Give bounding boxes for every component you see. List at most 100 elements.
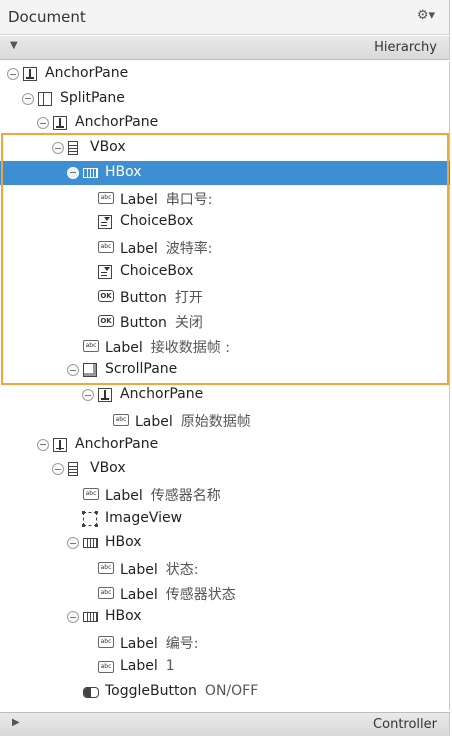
tree-node-vbox[interactable]: VBox — [0, 457, 450, 481]
node-label: Label 传感器状态 — [120, 584, 236, 604]
tree-node-hbox[interactable]: HBox — [0, 531, 450, 555]
node-label: ScrollPane — [105, 361, 177, 377]
tree-node-label[interactable]: abc Label 状态: — [0, 556, 450, 580]
node-type: Button — [120, 315, 167, 331]
collapse-toggle-icon[interactable] — [82, 389, 94, 402]
collapse-toggle-icon[interactable] — [7, 68, 19, 80]
tree-node-label[interactable]: abc Label 1 — [0, 655, 450, 679]
node-type: ImageView — [105, 509, 183, 526]
label-icon: abc — [98, 660, 114, 673]
tree-node-anchorpane[interactable]: AnchorPane — [0, 111, 450, 135]
collapse-toggle-icon[interactable] — [37, 438, 49, 451]
tree-node-label[interactable]: abc Label 传感器状态 — [0, 581, 450, 605]
node-label: HBox — [105, 534, 142, 550]
choice-box-icon — [98, 215, 112, 230]
tree-node-choicebox[interactable]: ChoiceBox — [0, 260, 450, 284]
button-icon: OK — [98, 315, 114, 327]
tree-node-label[interactable]: abc Label 串口号: — [0, 186, 450, 210]
tree-node-button[interactable]: OK Button 打开 — [0, 284, 450, 308]
node-type: SplitPane — [60, 89, 125, 106]
node-type: Label — [120, 191, 158, 208]
node-text: 1 — [165, 657, 175, 674]
hierarchy-section-header[interactable]: ▼ Hierarchy — [0, 36, 450, 60]
node-type: AnchorPane — [75, 114, 159, 131]
tree-node-label[interactable]: abc Label 接收数据帧 : — [0, 334, 450, 358]
controller-label: Controller — [373, 717, 437, 732]
collapse-toggle-icon[interactable] — [67, 166, 79, 179]
node-type: HBox — [105, 163, 142, 180]
anchor-pane-icon — [23, 67, 37, 81]
label-icon: abc — [113, 413, 129, 426]
collapse-toggle-icon[interactable] — [37, 117, 49, 130]
tree-node-splitpane[interactable]: SplitPane — [0, 87, 450, 111]
node-type: Label — [135, 413, 173, 430]
node-text: ON/OFF — [204, 682, 259, 699]
tree-node-hbox[interactable]: HBox — [0, 160, 450, 185]
node-text: 编号: — [165, 636, 199, 653]
tree-node-anchorpane[interactable]: AnchorPane — [0, 383, 450, 407]
label-icon: abc — [98, 562, 114, 574]
vbox-icon — [68, 141, 78, 156]
node-type: Label — [120, 636, 158, 653]
node-label: Label 1 — [120, 658, 175, 674]
tree-node-imageview[interactable]: ImageView — [0, 507, 450, 531]
node-label: Label 传感器名称 — [105, 485, 221, 505]
node-text: 原始数据帧 — [180, 413, 251, 430]
collapse-toggle-icon[interactable] — [22, 92, 34, 105]
node-label: Label 状态: — [120, 559, 199, 579]
node-label: VBox — [90, 460, 126, 476]
node-label: AnchorPane — [75, 114, 158, 130]
scroll-pane-icon — [83, 363, 97, 378]
node-type: AnchorPane — [120, 386, 204, 403]
node-text: 波特率: — [165, 240, 213, 257]
tree-node-label[interactable]: abc Label 传感器名称 — [0, 482, 450, 506]
node-type: VBox — [90, 139, 126, 156]
collapse-toggle-icon[interactable] — [67, 364, 79, 377]
hbox-icon — [83, 167, 98, 178]
collapse-toggle-icon[interactable] — [52, 142, 64, 155]
tree-node-togglebutton[interactable]: ToggleButton ON/OFF — [0, 680, 450, 704]
button-icon: OK — [98, 290, 114, 303]
expand-arrow-icon[interactable]: ▶ — [12, 717, 20, 728]
node-type: AnchorPane — [75, 435, 159, 452]
node-label: ChoiceBox — [120, 213, 193, 229]
tree-node-label[interactable]: abc Label 波特率: — [0, 235, 450, 259]
node-type: Label — [120, 586, 158, 603]
image-view-icon — [82, 510, 97, 526]
collapse-toggle-icon[interactable] — [67, 611, 79, 624]
node-type: VBox — [90, 460, 126, 477]
collapse-arrow-icon[interactable]: ▼ — [10, 40, 18, 51]
tree-node-anchorpane[interactable]: AnchorPane — [0, 62, 450, 86]
tree-node-hbox[interactable]: HBox — [0, 605, 450, 629]
controller-section-header[interactable]: ▶ Controller — [0, 712, 450, 736]
node-text: 传感器名称 — [150, 487, 221, 504]
node-type: ScrollPane — [105, 361, 178, 378]
gear-icon[interactable]: ⚙▾ — [417, 8, 435, 23]
tree-node-anchorpane[interactable]: AnchorPane — [0, 433, 450, 457]
node-text: 接收数据帧 : — [150, 339, 230, 356]
tree-node-label[interactable]: abc Label 原始数据帧 — [0, 408, 450, 432]
hbox-icon — [83, 612, 98, 623]
document-panel-header: Document ⚙▾ — [0, 0, 450, 35]
tree-node-choicebox[interactable]: ChoiceBox — [0, 210, 450, 234]
node-label: HBox — [105, 608, 142, 624]
node-text: 串口号: — [165, 191, 213, 208]
tree-node-scrollpane[interactable]: ScrollPane — [0, 358, 450, 382]
node-label: ToggleButton ON/OFF — [105, 683, 258, 699]
node-label: VBox — [90, 139, 126, 155]
tree-node-button[interactable]: OK Button 关闭 — [0, 309, 450, 333]
collapse-toggle-icon[interactable] — [52, 463, 64, 476]
node-label: AnchorPane — [75, 436, 158, 452]
collapse-toggle-icon[interactable] — [67, 537, 79, 550]
node-label: Button 打开 — [120, 287, 203, 307]
node-label: Label 波特率: — [120, 238, 213, 258]
node-text: 打开 — [174, 290, 203, 307]
node-text: 传感器状态 — [165, 586, 236, 603]
anchor-pane-icon — [53, 116, 67, 131]
hierarchy-label: Hierarchy — [374, 40, 437, 55]
tree-node-vbox[interactable]: VBox — [0, 136, 450, 160]
tree-node-label[interactable]: abc Label 编号: — [0, 630, 450, 654]
node-text: 状态: — [165, 562, 199, 578]
node-label: ImageView — [105, 510, 182, 526]
node-type: Label — [120, 562, 158, 578]
